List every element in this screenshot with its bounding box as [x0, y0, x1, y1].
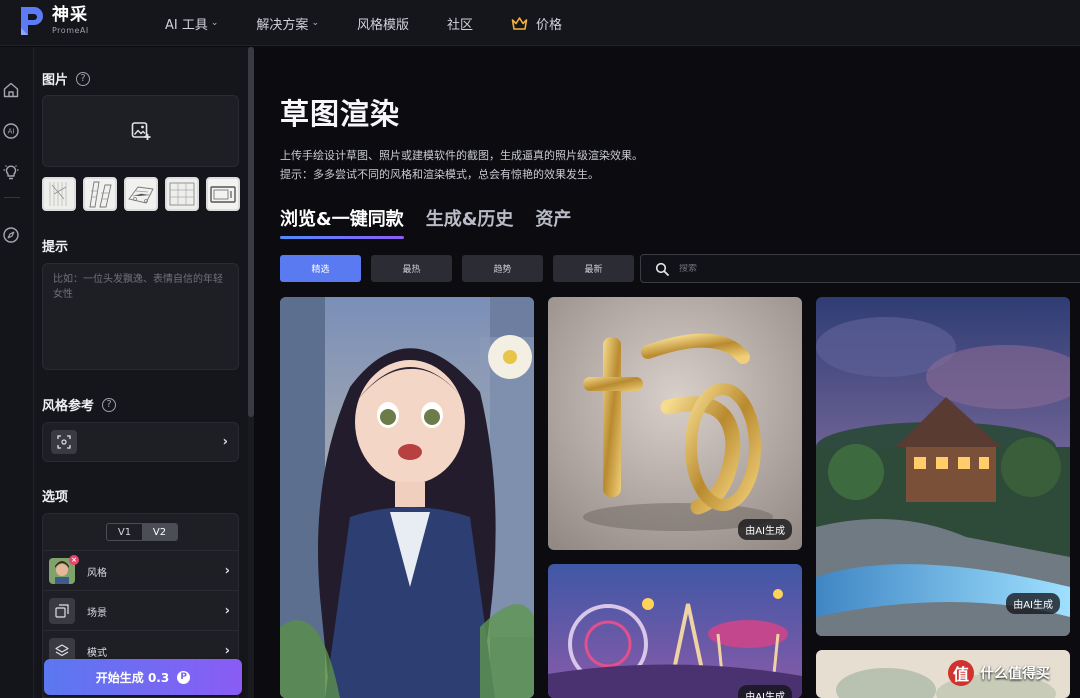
filter-hottest[interactable]: 最热	[371, 255, 452, 282]
filter-featured[interactable]: 精选	[280, 255, 361, 282]
nav-ai-tools[interactable]: AI 工具 ⌄	[165, 14, 218, 33]
carnival-image	[548, 564, 802, 698]
ai-generated-badge: 由AI生成	[1006, 593, 1060, 614]
nav-pricing[interactable]: 价格	[511, 14, 562, 33]
chevron-right-icon: ›	[224, 603, 230, 618]
sample-thumb[interactable]	[124, 177, 158, 211]
nav-community[interactable]: 社区	[447, 14, 473, 33]
sample-thumbnails	[42, 177, 240, 211]
description-tip: 提示：多多尝试不同的风格和渲染模式，总会有惊艳的效果发生。	[280, 168, 599, 181]
search-input[interactable]	[679, 263, 979, 274]
anime-girl-image	[280, 297, 534, 698]
prompt-field[interactable]	[42, 263, 239, 370]
options-section-title: 选项	[42, 486, 68, 505]
option-label: 模式	[87, 648, 107, 659]
bulb-icon[interactable]	[0, 161, 22, 183]
options-title: 选项	[42, 490, 69, 505]
ai-generated-badge: 由AI生成	[738, 519, 792, 540]
style-reference-selector[interactable]: ›	[42, 422, 239, 462]
prompt-section-title: 提示	[42, 236, 68, 255]
help-icon[interactable]: ?	[76, 71, 91, 86]
chevron-right-icon: ›	[224, 563, 230, 578]
nav-label: 社区	[447, 17, 474, 33]
top-bar: 神采 PromeAI AI 工具 ⌄ 解决方案 ⌄ 风格模版 社区 价格	[0, 0, 1080, 46]
option-row-scene[interactable]: 场景 ›	[43, 590, 238, 630]
brand-name: 神采	[52, 5, 88, 25]
logo[interactable]: 神采 PromeAI	[18, 4, 89, 38]
home-icon[interactable]	[0, 79, 22, 101]
generate-button[interactable]: 开始生成 0.3 P	[44, 659, 242, 695]
chevron-right-icon: ›	[224, 643, 230, 658]
gallery-card-gold-ring[interactable]: 由AI生成	[548, 297, 802, 550]
gold-ring-image	[548, 297, 802, 550]
nav-label: AI 工具	[165, 17, 208, 33]
ai-generated-badge: 由AI生成	[738, 685, 792, 698]
svg-text:AI: AI	[8, 128, 15, 136]
nav-label: 解决方案	[256, 17, 309, 33]
image-upload-area[interactable]	[42, 95, 239, 167]
tab-history[interactable]: 生成&历史	[426, 205, 514, 239]
gallery-card-carnival[interactable]: 由AI生成	[548, 564, 802, 698]
gallery-card-anime-girl[interactable]	[280, 297, 534, 698]
search-icon	[655, 262, 669, 276]
version-v2-button[interactable]: V2	[142, 524, 177, 540]
image-title: 图片	[42, 73, 69, 88]
option-label: 风格	[87, 568, 107, 579]
generate-label: 开始生成 0.3	[95, 670, 170, 685]
image-section-title: 图片 ?	[42, 69, 91, 88]
tab-browse[interactable]: 浏览&一键同款	[280, 205, 404, 239]
chevron-down-icon: ⌄	[311, 18, 319, 28]
watermark-logo: 值	[948, 660, 974, 686]
page-description: 上传手绘设计草图、照片或建模软件的截图，生成逼真的照片级渲染效果。 提示：多多尝…	[280, 146, 643, 184]
watermark: 值 什么值得买	[948, 660, 1050, 686]
prompt-input[interactable]	[53, 272, 228, 361]
logo-icon	[18, 4, 46, 38]
sample-thumb[interactable]	[83, 177, 117, 211]
rail-divider	[4, 197, 20, 198]
fantasy-house-image	[816, 297, 1070, 636]
chevron-down-icon: ⌄	[210, 18, 219, 28]
scan-image-icon	[51, 430, 77, 454]
remove-icon[interactable]: ×	[69, 555, 79, 565]
option-row-style[interactable]: × 风格 ›	[43, 550, 238, 590]
ai-icon[interactable]: AI	[0, 120, 22, 142]
nav-label: 风格模版	[356, 17, 409, 33]
page-title: 草图渲染	[280, 97, 401, 131]
gallery-card-fantasy-house[interactable]: 由AI生成	[816, 297, 1070, 636]
icon-rail: AI	[0, 47, 34, 698]
main-content: 草图渲染 上传手绘设计草图、照片或建模软件的截图，生成逼真的照片级渲染效果。 提…	[254, 47, 1080, 698]
filter-chips: 精选 最热 趋势 最新	[280, 255, 634, 282]
option-label: 场景	[87, 608, 107, 619]
filter-trending[interactable]: 趋势	[462, 255, 543, 282]
filter-newest[interactable]: 最新	[553, 255, 634, 282]
sample-thumb[interactable]	[165, 177, 199, 211]
description-line: 上传手绘设计草图、照片或建模软件的截图，生成逼真的照片级渲染效果。	[280, 149, 643, 162]
style-ref-title: 风格参考	[42, 399, 95, 414]
tab-assets[interactable]: 资产	[535, 205, 571, 239]
content-tabs: 浏览&一键同款 生成&历史 资产	[280, 205, 593, 239]
nav-style-templates[interactable]: 风格模版	[357, 14, 409, 33]
main-nav: AI 工具 ⌄ 解决方案 ⌄ 风格模版 社区 价格	[165, 0, 600, 46]
version-v1-button[interactable]: V1	[107, 524, 142, 540]
credit-coin-icon: P	[177, 670, 191, 684]
sample-thumb[interactable]	[206, 177, 240, 211]
nav-label: 价格	[536, 17, 563, 33]
help-icon[interactable]: ?	[102, 397, 117, 412]
compass-icon[interactable]	[0, 224, 22, 246]
nav-solutions[interactable]: 解决方案 ⌄	[256, 14, 319, 33]
add-image-icon	[131, 122, 150, 140]
brand-name-en: PromeAI	[52, 26, 89, 35]
scene-icon	[49, 598, 75, 624]
prompt-title: 提示	[42, 240, 69, 255]
crown-icon	[511, 16, 528, 31]
sample-thumb[interactable]	[42, 177, 76, 211]
watermark-text: 什么值得买	[980, 666, 1050, 682]
chevron-right-icon: ›	[222, 434, 228, 450]
version-toggle: V1 V2	[106, 523, 178, 541]
search-bar[interactable]	[640, 254, 1080, 283]
style-ref-section-title: 风格参考 ?	[42, 395, 117, 414]
left-panel: 图片 ? 提示 风格参考 ? › 选项	[34, 47, 250, 698]
